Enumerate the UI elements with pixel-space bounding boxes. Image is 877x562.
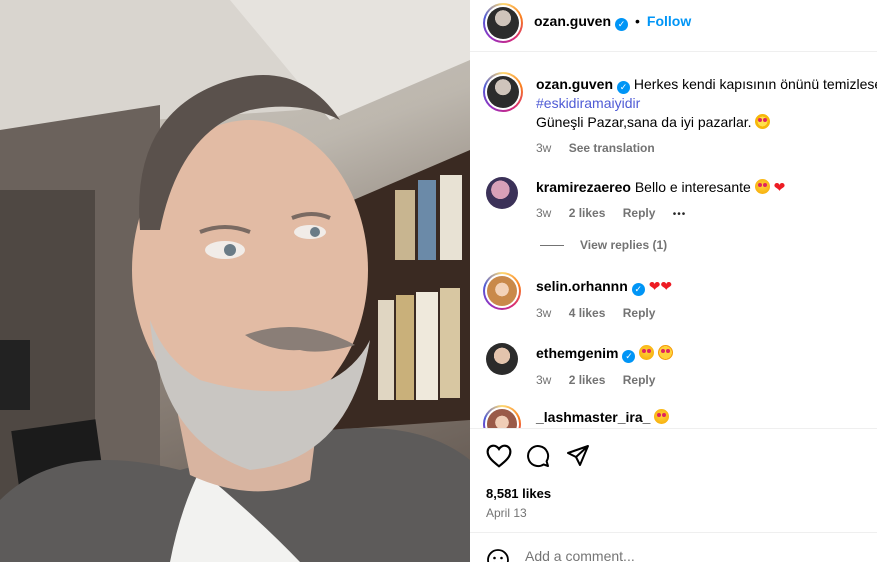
- comment-username[interactable]: _lashmaster_ira_: [536, 409, 650, 425]
- red-heart-emoji-icon: ❤: [660, 278, 673, 294]
- see-translation-link[interactable]: See translation: [569, 141, 655, 155]
- reply-button[interactable]: Reply: [623, 306, 656, 320]
- caption-avatar[interactable]: [483, 72, 523, 112]
- comment-icon[interactable]: [526, 444, 550, 468]
- yum-emoji-icon: [658, 345, 674, 360]
- post-caption: ozan.guven ✓ Herkes kendi kapısının önünü…: [470, 72, 877, 157]
- view-replies[interactable]: View replies (1): [470, 237, 877, 255]
- comment-username[interactable]: selin.orhannn: [536, 278, 628, 294]
- verified-icon: ✓: [622, 350, 636, 363]
- post-date: April 13: [486, 506, 527, 520]
- separator-dot: •: [635, 13, 640, 29]
- comment-likes[interactable]: 2 likes: [569, 373, 606, 387]
- caption-time[interactable]: 3w: [536, 141, 551, 155]
- comment-item: selin.orhannn ✓ ❤❤ 3w 4 likes Reply: [470, 272, 877, 322]
- more-options-icon[interactable]: •••: [673, 209, 687, 220]
- share-icon[interactable]: [566, 444, 590, 468]
- author-avatar[interactable]: [483, 3, 523, 43]
- emoji-icon[interactable]: [486, 548, 510, 562]
- sun-emoji-icon: [755, 114, 771, 129]
- comment-username[interactable]: kramirezaereo: [536, 179, 631, 195]
- caption-username[interactable]: ozan.guven: [536, 76, 613, 92]
- red-heart-emoji-icon: ❤: [648, 278, 661, 294]
- heart-eyes-emoji-icon: [654, 409, 670, 424]
- selfie-illustration: [0, 0, 470, 562]
- comment-likes[interactable]: 4 likes: [569, 306, 606, 320]
- comment-likes[interactable]: 2 likes: [569, 206, 606, 220]
- verified-icon: ✓: [617, 81, 631, 94]
- post-header: ozan.guven ✓ • Follow: [470, 0, 877, 52]
- comment-item: kramirezaereo Bello e interesante ❤ 3w 2…: [470, 175, 877, 225]
- follow-button[interactable]: Follow: [647, 13, 691, 29]
- heart-icon[interactable]: [486, 444, 512, 468]
- replies-line: [540, 245, 564, 246]
- red-heart-emoji-icon: ❤: [773, 179, 786, 195]
- comment-time[interactable]: 3w: [536, 306, 551, 320]
- comment-avatar[interactable]: [486, 177, 518, 209]
- view-replies-link[interactable]: View replies (1): [580, 238, 667, 252]
- comment-item: ethemgenim ✓ 3w 2 likes Reply: [470, 341, 877, 391]
- verified-icon: ✓: [631, 283, 645, 296]
- reply-button[interactable]: Reply: [623, 206, 656, 220]
- comment-avatar[interactable]: [483, 272, 521, 310]
- comment-username[interactable]: ethemgenim: [536, 345, 618, 361]
- comment-avatar[interactable]: [483, 405, 521, 428]
- reply-button[interactable]: Reply: [623, 373, 656, 387]
- likes-count[interactable]: 8,581 likes: [486, 486, 551, 501]
- caption-text: Herkes kendi kapısının önünü temizlese!: [633, 76, 877, 92]
- comment-composer: [470, 532, 877, 562]
- heart-eyes-emoji-icon: [754, 179, 770, 194]
- post-panel: ozan.guven ✓ • Follow ozan.guven ✓ Herkes ke…: [470, 0, 877, 562]
- post-photo[interactable]: [0, 0, 470, 562]
- comment-time[interactable]: 3w: [536, 206, 551, 220]
- post-actions: 8,581 likes April 13: [470, 428, 877, 533]
- add-comment-input[interactable]: [525, 548, 855, 562]
- caption-text-2: Güneşli Pazar,sana da iyi pazarlar.: [536, 114, 752, 130]
- heart-eyes-emoji-icon: [639, 345, 655, 360]
- comment-avatar[interactable]: [486, 343, 518, 375]
- caption-hashtag[interactable]: #eskidiramaiyidir: [536, 94, 877, 112]
- comment-time[interactable]: 3w: [536, 373, 551, 387]
- comment-item: _lashmaster_ira_: [470, 405, 877, 428]
- author-username[interactable]: ozan.guven: [534, 13, 611, 29]
- comment-text: Bello e interesante: [634, 179, 751, 195]
- verified-icon: ✓: [615, 18, 629, 31]
